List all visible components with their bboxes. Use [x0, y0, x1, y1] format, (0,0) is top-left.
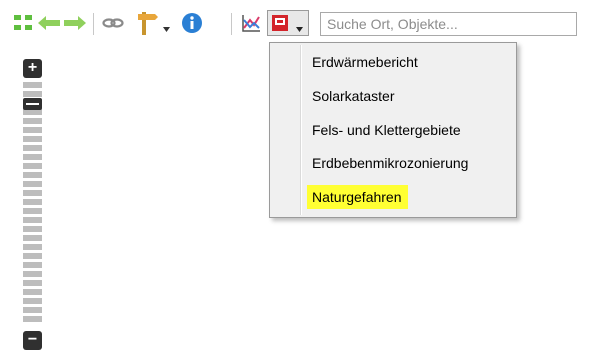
chart-icon[interactable] [241, 13, 261, 33]
zoom-level-segment[interactable] [23, 118, 42, 124]
signpost-icon[interactable] [135, 10, 159, 36]
zoom-level-segment[interactable] [23, 253, 42, 259]
dropdown-arrow-icon[interactable] [163, 20, 171, 32]
zoom-level-segment[interactable] [23, 280, 42, 286]
menu-item-solarkataster[interactable]: Solarkataster [307, 84, 400, 108]
menu-item-fels-und-klettergebiete[interactable]: Fels- und Klettergebiete [307, 118, 467, 142]
pdf-dropdown-menu: Erdwärmebericht Solarkataster Fels- und … [269, 42, 517, 218]
zoom-level-segment[interactable] [23, 262, 42, 268]
search-input[interactable] [320, 12, 577, 36]
zoom-level-segment[interactable] [23, 145, 42, 151]
zoom-level-segment[interactable] [23, 127, 42, 133]
zoom-level-segment[interactable] [23, 217, 42, 223]
zoom-level-segment[interactable] [23, 307, 42, 313]
dropdown-arrow-icon[interactable] [296, 20, 304, 32]
toolbar-separator [231, 13, 232, 35]
zoom-level-segment[interactable] [23, 235, 42, 241]
zoom-level-segment[interactable] [23, 154, 42, 160]
toolbar-separator [93, 13, 94, 35]
zoom-control[interactable]: + − [23, 59, 43, 351]
pdf-icon [271, 14, 289, 32]
zoom-level-segment[interactable] [23, 172, 42, 178]
zoom-level-segment[interactable] [23, 199, 42, 205]
zoom-level-segment[interactable] [23, 190, 42, 196]
zoom-level-segment[interactable] [23, 244, 42, 250]
info-icon[interactable] [181, 12, 203, 34]
zoom-out-button[interactable]: − [23, 331, 42, 350]
zoom-level-segment[interactable] [23, 163, 42, 169]
grid-icon[interactable] [13, 13, 33, 33]
menu-item-erdbebenmikrozonierung[interactable]: Erdbebenmikrozonierung [307, 151, 474, 175]
link-icon[interactable] [102, 15, 124, 31]
zoom-in-button[interactable]: + [23, 59, 42, 78]
zoom-level-segment[interactable] [23, 271, 42, 277]
zoom-level-segment[interactable] [23, 181, 42, 187]
zoom-level-segment[interactable] [23, 136, 42, 142]
pdf-button[interactable] [267, 10, 309, 36]
zoom-level-segment[interactable] [23, 298, 42, 304]
zoom-level-segment[interactable] [23, 289, 42, 295]
forward-arrow-icon[interactable] [63, 15, 87, 31]
toolbar [0, 0, 592, 46]
back-arrow-icon[interactable] [37, 15, 61, 31]
menu-icon-gutter [300, 45, 302, 215]
zoom-level-segment[interactable] [23, 316, 42, 322]
zoom-level-segment[interactable] [23, 226, 42, 232]
menu-item-naturgefahren[interactable]: Naturgefahren [307, 185, 408, 209]
zoom-level-segment[interactable] [23, 208, 42, 214]
zoom-slider-thumb[interactable] [23, 98, 42, 111]
zoom-level-segment[interactable] [23, 91, 42, 97]
zoom-level-segment[interactable] [23, 82, 42, 88]
menu-item-erdwaermebericht[interactable]: Erdwärmebericht [307, 50, 424, 74]
